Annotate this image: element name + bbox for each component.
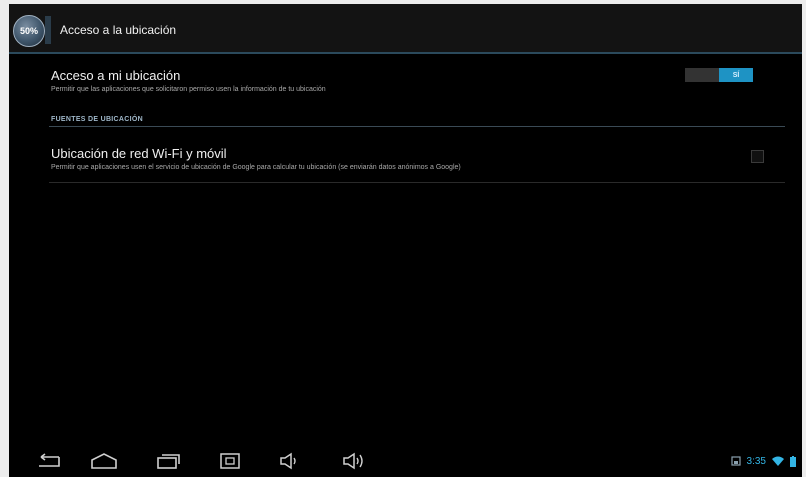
battery-icon <box>790 455 796 467</box>
back-button[interactable] <box>31 449 65 473</box>
location-access-title: Acceso a mi ubicación <box>51 68 181 83</box>
home-icon <box>91 453 117 469</box>
status-area[interactable]: 3:35 <box>730 454 796 468</box>
wifi-icon <box>772 456 784 466</box>
location-access-row[interactable]: Acceso a mi ubicación Permitir que las a… <box>43 54 783 104</box>
wifi-location-row[interactable]: Ubicación de red Wi-Fi y móvil Permitir … <box>43 132 783 180</box>
screen: 50% Acceso a la ubicación Acceso a mi ub… <box>9 4 802 477</box>
recent-apps-button[interactable] <box>151 449 185 473</box>
action-bar: 50% Acceso a la ubicación <box>9 4 802 54</box>
toggle-on-thumb: SÍ <box>719 68 753 82</box>
up-indicator[interactable] <box>45 16 51 44</box>
section-divider <box>49 126 785 127</box>
wifi-location-title: Ubicación de red Wi-Fi y móvil <box>51 146 227 161</box>
page-title: Acceso a la ubicación <box>60 23 177 37</box>
screenshot-icon <box>220 453 240 469</box>
volume-down-button[interactable] <box>273 449 307 473</box>
device-frame-left <box>0 0 9 477</box>
section-header: FUENTES DE UBICACIÓN <box>51 116 143 123</box>
app-icon-text: 50% <box>19 26 38 36</box>
location-access-toggle[interactable]: SÍ <box>685 68 753 82</box>
settings-app-icon[interactable]: 50% <box>13 15 45 47</box>
back-icon <box>39 453 60 467</box>
recent-apps-icon <box>157 454 180 469</box>
toggle-label: SÍ <box>732 71 740 79</box>
volume-down-icon <box>280 452 296 470</box>
wifi-location-checkbox[interactable] <box>751 150 764 163</box>
home-button[interactable] <box>87 449 121 473</box>
device-frame-right <box>802 0 806 477</box>
location-access-summary: Permitir que las aplicaciones que solici… <box>51 86 326 93</box>
notification-icon <box>730 456 741 466</box>
row-divider <box>49 182 785 183</box>
volume-up-icon <box>343 452 363 470</box>
navigation-bar: 3:35 <box>9 445 802 477</box>
screenshot-button[interactable] <box>213 449 247 473</box>
clock: 3:35 <box>746 455 766 467</box>
volume-up-button[interactable] <box>337 449 371 473</box>
wifi-location-summary: Permitir que aplicaciones usen el servic… <box>51 164 461 171</box>
